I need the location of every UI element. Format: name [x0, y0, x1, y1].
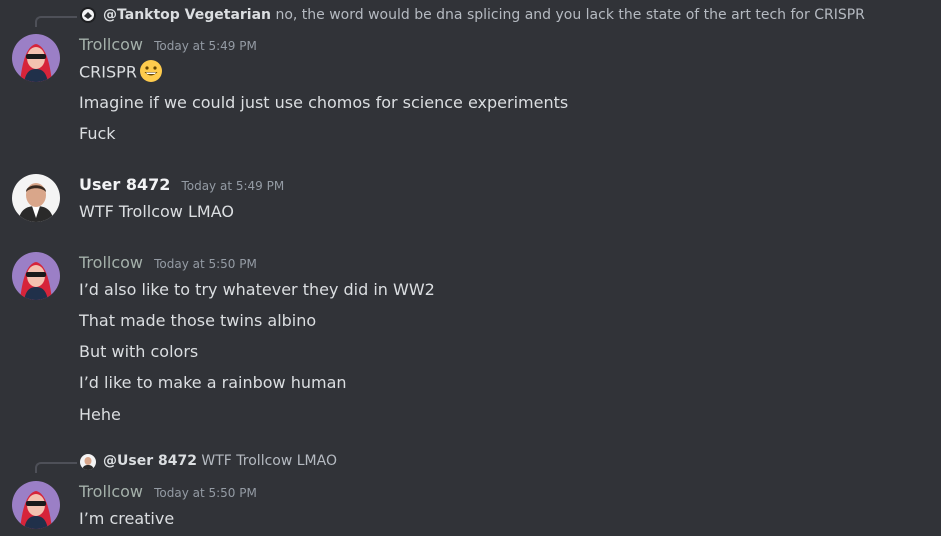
timestamp[interactable]: Today at 5:49 PM	[181, 179, 284, 193]
author-name[interactable]: Trollcow	[79, 253, 143, 272]
message-line: Hehe	[79, 405, 121, 424]
grinning-face-emoji	[139, 60, 162, 82]
user-8472-avatar[interactable]	[12, 174, 60, 222]
message-header: Trollcow Today at 5:49 PM	[79, 34, 257, 57]
message-line: I’m creative	[79, 509, 175, 528]
reply-author[interactable]: @User 8472	[103, 453, 197, 469]
reply-content[interactable]: WTF Trollcow LMAO	[201, 453, 337, 469]
reply-author[interactable]: @Tanktop Vegetarian	[103, 7, 271, 23]
reply-spine	[35, 16, 77, 27]
message-header: Trollcow Today at 5:50 PM	[79, 481, 257, 504]
message-line: I’d like to make a rainbow human	[79, 373, 347, 392]
message-line: But with colors	[79, 342, 199, 361]
timestamp[interactable]: Today at 5:49 PM	[154, 39, 257, 53]
reply-spine	[35, 462, 77, 473]
user-8472-avatar[interactable]	[80, 454, 96, 470]
timestamp[interactable]: Today at 5:50 PM	[154, 486, 257, 500]
message-line: WTF Trollcow LMAO	[79, 202, 234, 221]
reply-content[interactable]: no, the word would be dna splicing and y…	[275, 7, 864, 23]
tanktop-vegetarian-avatar[interactable]	[80, 7, 96, 23]
timestamp[interactable]: Today at 5:50 PM	[154, 257, 257, 271]
message-line: Fuck	[79, 124, 116, 143]
author-name[interactable]: User 8472	[79, 175, 170, 194]
author-name[interactable]: Trollcow	[79, 35, 143, 54]
message-header: Trollcow Today at 5:50 PM	[79, 252, 257, 275]
message-line: CRISPR	[79, 60, 163, 85]
trollcow-avatar[interactable]	[12, 252, 60, 300]
message-line: Imagine if we could just use chomos for …	[79, 93, 569, 112]
message-header: User 8472 Today at 5:49 PM	[79, 174, 284, 197]
message-line: That made those twins albino	[79, 311, 317, 330]
trollcow-avatar[interactable]	[12, 481, 60, 529]
chat-messages: @Tanktop Vegetarian no, the word would b…	[0, 0, 941, 536]
trollcow-avatar[interactable]	[12, 34, 60, 82]
message-line: I’d also like to try whatever they did i…	[79, 280, 435, 299]
author-name[interactable]: Trollcow	[79, 482, 143, 501]
